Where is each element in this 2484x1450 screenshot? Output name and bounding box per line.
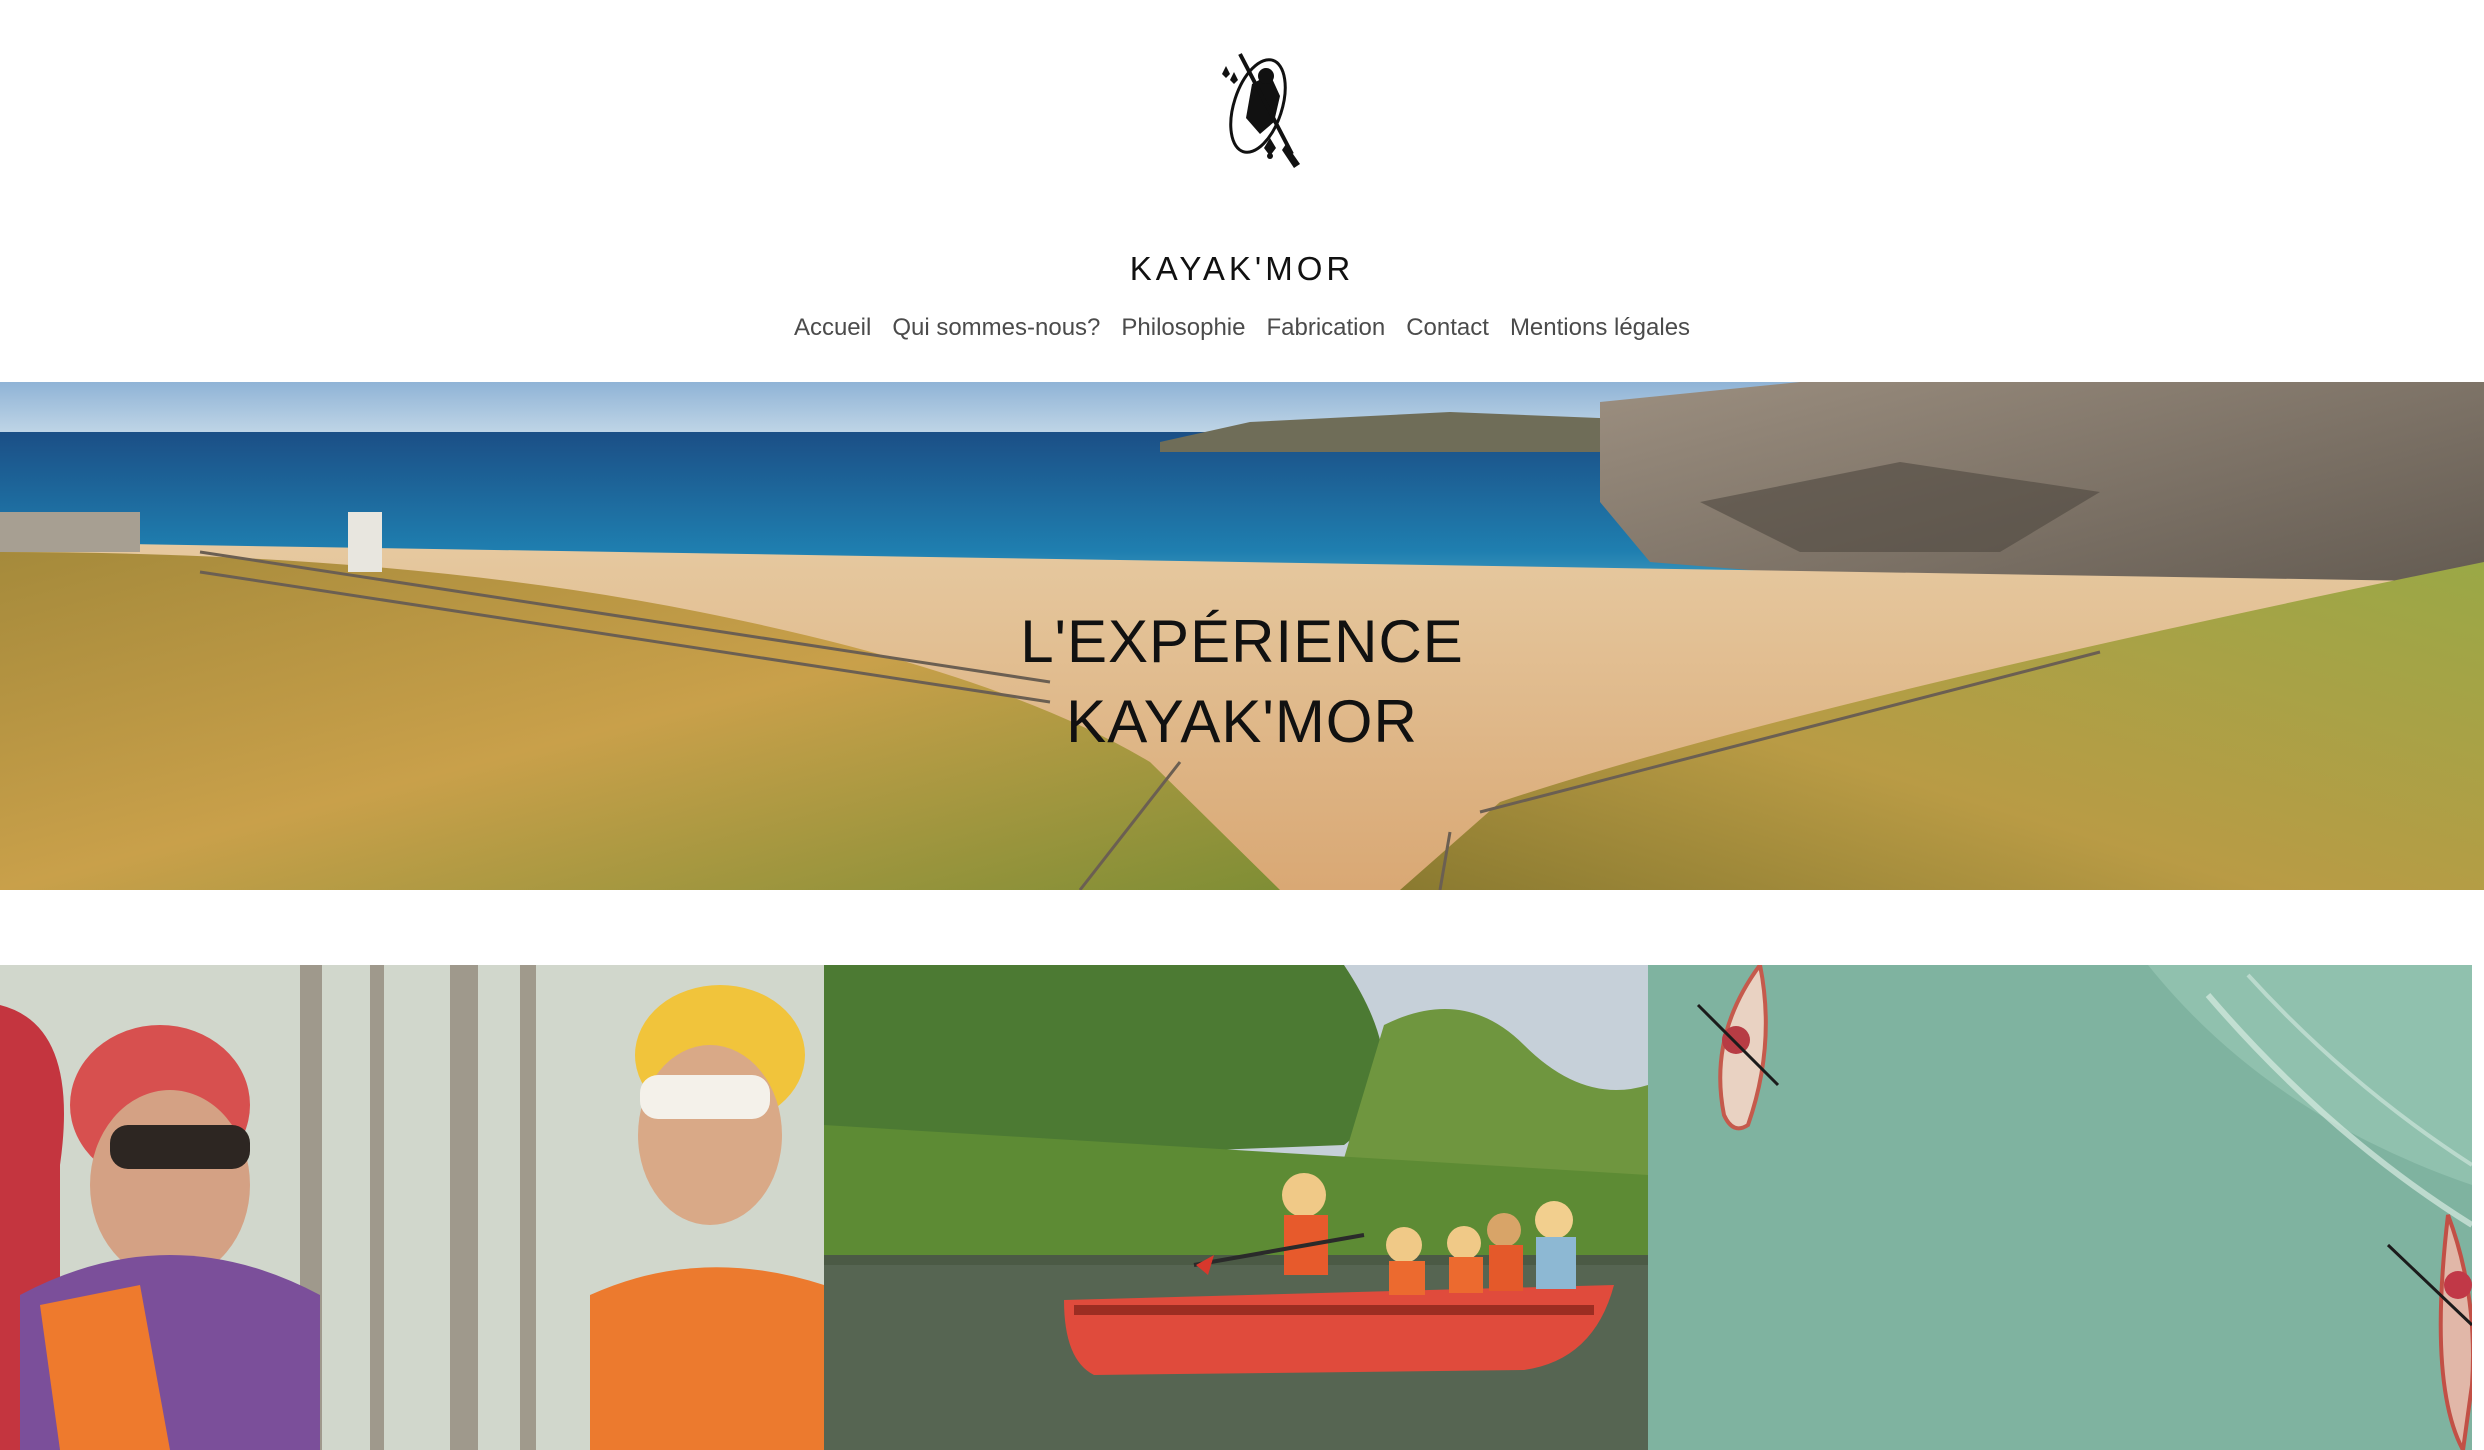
kayaker-logo-icon[interactable] xyxy=(1200,44,1324,168)
hero-banner: L'EXPÉRIENCE KAYAK'MOR xyxy=(0,382,2484,890)
nav-item-qui-sommes-nous[interactable]: Qui sommes-nous? xyxy=(892,314,1100,342)
nav-item-mentions-legales[interactable]: Mentions légales xyxy=(1510,314,1690,342)
hero-title-line-1: L'EXPÉRIENCE xyxy=(1020,608,1464,675)
gallery-image-family-canoe[interactable] xyxy=(824,965,1648,1450)
gallery-image-women-kayakers[interactable] xyxy=(0,965,824,1450)
gallery-image-aerial-kayaks[interactable] xyxy=(1648,965,2472,1450)
site-header: KAYAK'MOR Accueil Qui sommes-nous? Philo… xyxy=(0,0,2484,382)
site-title[interactable]: KAYAK'MOR xyxy=(0,250,2484,288)
main-nav: Accueil Qui sommes-nous? Philosophie Fab… xyxy=(0,314,2484,342)
photo-gallery xyxy=(0,965,2484,1450)
nav-item-contact[interactable]: Contact xyxy=(1406,314,1489,342)
nav-item-philosophie[interactable]: Philosophie xyxy=(1121,314,1245,342)
hero-title: L'EXPÉRIENCE KAYAK'MOR xyxy=(0,602,2484,762)
nav-item-accueil[interactable]: Accueil xyxy=(794,314,871,342)
hero-title-line-2: KAYAK'MOR xyxy=(1066,688,1418,755)
nav-item-fabrication[interactable]: Fabrication xyxy=(1266,314,1385,342)
